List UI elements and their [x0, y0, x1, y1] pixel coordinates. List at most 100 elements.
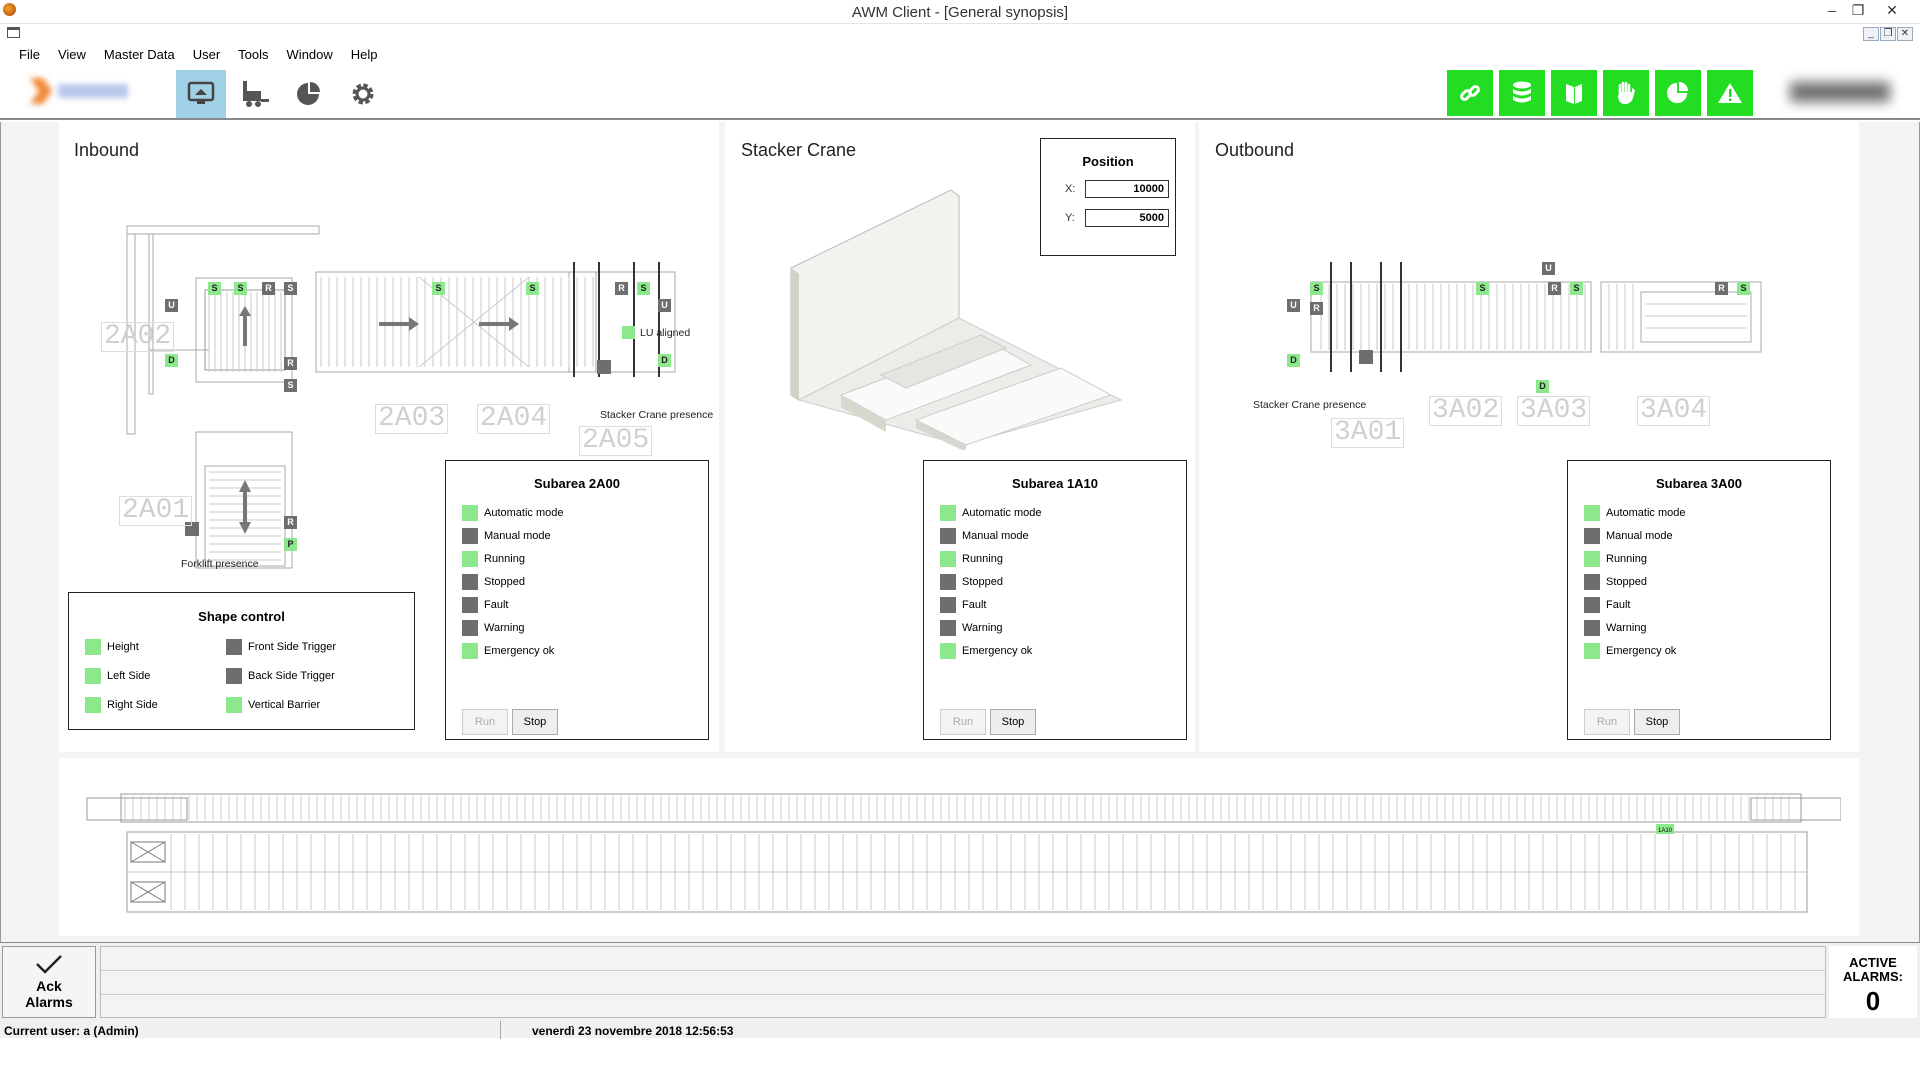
shape-back-trigger-row: Back Side Trigger — [226, 668, 335, 684]
settings-button[interactable] — [338, 70, 388, 118]
subarea-status-row: Warning — [1584, 620, 1647, 636]
menu-help[interactable]: Help — [342, 44, 387, 66]
statistics-status-button[interactable] — [1655, 70, 1701, 116]
row-label: Stopped — [1606, 576, 1647, 588]
sensor-tag: U — [165, 299, 178, 312]
stop-button[interactable]: Stop — [990, 709, 1036, 735]
status-led — [1584, 551, 1600, 567]
warning-icon — [1718, 83, 1742, 103]
general-synopsis: Inbound U D S S R S R S S S R S U D R P … — [0, 122, 1920, 942]
area-label: 2A01 — [119, 496, 193, 526]
subarea-1a10-box: Subarea 1A10 Automatic mode Manual mode Run… — [923, 460, 1187, 740]
shape-front-trigger-row: Front Side Trigger — [226, 639, 336, 655]
run-button[interactable]: Run — [462, 709, 508, 735]
area-label: 3A04 — [1637, 396, 1711, 426]
row-label: Warning — [484, 622, 525, 634]
subarea-status-row: Warning — [940, 620, 1003, 636]
status-led — [226, 697, 242, 713]
menu-bar: File View Master Data User Tools Window … — [0, 44, 1920, 66]
pie-chart-icon — [297, 82, 320, 105]
run-button[interactable]: Run — [940, 709, 986, 735]
row-label: Left Side — [107, 670, 151, 682]
ack-line1: Ack — [36, 978, 62, 994]
sensor-tag: R — [615, 282, 628, 295]
mdi-restore-icon[interactable]: ❐ — [1880, 27, 1896, 41]
menu-tools[interactable]: Tools — [229, 44, 277, 66]
link-status-button[interactable] — [1447, 70, 1493, 116]
position-box: Position X: 10000 Y: 5000 — [1040, 138, 1176, 256]
window-title: AWM Client - [General synopsis] — [851, 4, 1069, 21]
forklift-button[interactable] — [230, 70, 280, 118]
status-led — [85, 697, 101, 713]
position-y-field: 5000 — [1085, 209, 1169, 227]
sensor-tag: R — [1310, 302, 1323, 315]
alarm-status-button[interactable] — [1707, 70, 1753, 116]
alarm-list[interactable] — [100, 946, 1826, 1018]
current-user: Current user: a (Admin) — [4, 1024, 139, 1038]
statistics-button[interactable] — [284, 70, 334, 118]
status-led — [85, 639, 101, 655]
menu-window[interactable]: Window — [278, 44, 342, 66]
database-icon — [1513, 81, 1531, 103]
mdi-minimize-icon[interactable]: _ — [1863, 27, 1879, 41]
status-led — [940, 528, 956, 544]
menu-file[interactable]: File — [10, 44, 49, 66]
subarea-title: Subarea 3A00 — [1656, 476, 1742, 491]
status-led — [1584, 597, 1600, 613]
menu-master-data[interactable]: Master Data — [95, 44, 184, 66]
hand-icon — [1618, 81, 1635, 104]
company-logo — [30, 76, 130, 106]
row-label: Automatic mode — [1606, 507, 1686, 519]
user-info-blurred — [1790, 82, 1890, 102]
sensor-tag: S — [284, 379, 297, 392]
ack-alarms-button[interactable]: Ack Alarms — [2, 946, 96, 1018]
sensor-tag: D — [658, 354, 671, 367]
subarea-status-row: Warning — [462, 620, 525, 636]
subarea-status-row: Running — [462, 551, 525, 567]
subarea-status-row: Manual mode — [1584, 528, 1673, 544]
status-led — [1584, 505, 1600, 521]
area-label: 3A02 — [1429, 396, 1503, 426]
overview-marker-label: 1A10 — [1658, 828, 1673, 834]
row-label: Fault — [484, 599, 509, 611]
stacker-crane-presence-label: Stacker Crane presence — [600, 409, 714, 421]
gear-icon — [352, 83, 374, 105]
subarea-status-row: Automatic mode — [940, 505, 1041, 521]
close-icon[interactable]: ✕ — [1880, 2, 1904, 19]
stop-button[interactable]: Stop — [1634, 709, 1680, 735]
sensor-tag: R — [1548, 282, 1561, 295]
book-status-button[interactable] — [1551, 70, 1597, 116]
subarea-3a00-box: Subarea 3A00 Automatic mode Manual mode Run… — [1567, 460, 1831, 740]
status-bar: Current user: a (Admin) venerdì 23 novem… — [0, 1021, 1920, 1039]
stop-button[interactable]: Stop — [512, 709, 558, 735]
sensor-tag: S — [1570, 282, 1583, 295]
run-button[interactable]: Run — [1584, 709, 1630, 735]
subarea-status-row: Running — [940, 551, 1003, 567]
row-label: Fault — [1606, 599, 1631, 611]
lu-aligned-led — [622, 326, 635, 339]
row-label: Manual mode — [484, 530, 551, 542]
database-status-button[interactable] — [1499, 70, 1545, 116]
menu-user[interactable]: User — [184, 44, 229, 66]
synopsis-button[interactable] — [176, 70, 226, 118]
manual-status-button[interactable] — [1603, 70, 1649, 116]
area-label: 2A03 — [375, 404, 449, 434]
current-datetime: venerdì 23 novembre 2018 12:56:53 — [532, 1024, 734, 1038]
minimize-icon[interactable]: – — [1820, 2, 1844, 18]
subarea-status-row: Stopped — [1584, 574, 1647, 590]
mdi-window-icon[interactable] — [7, 27, 20, 38]
subarea-status-row: Automatic mode — [462, 505, 563, 521]
restore-icon[interactable]: ❐ — [1846, 2, 1870, 19]
status-led — [462, 528, 478, 544]
menu-view[interactable]: View — [49, 44, 95, 66]
subarea-status-row: Fault — [940, 597, 986, 613]
active-label: ACTIVE — [1849, 955, 1897, 970]
status-led — [940, 505, 956, 521]
subarea-status-row: Emergency ok — [462, 643, 554, 659]
sensor-tag: S — [432, 282, 445, 295]
mdi-close-icon[interactable]: ✕ — [1897, 27, 1913, 41]
sensor-tag: U — [1287, 299, 1300, 312]
status-led — [940, 643, 956, 659]
row-label: Stopped — [962, 576, 1003, 588]
status-led — [940, 620, 956, 636]
